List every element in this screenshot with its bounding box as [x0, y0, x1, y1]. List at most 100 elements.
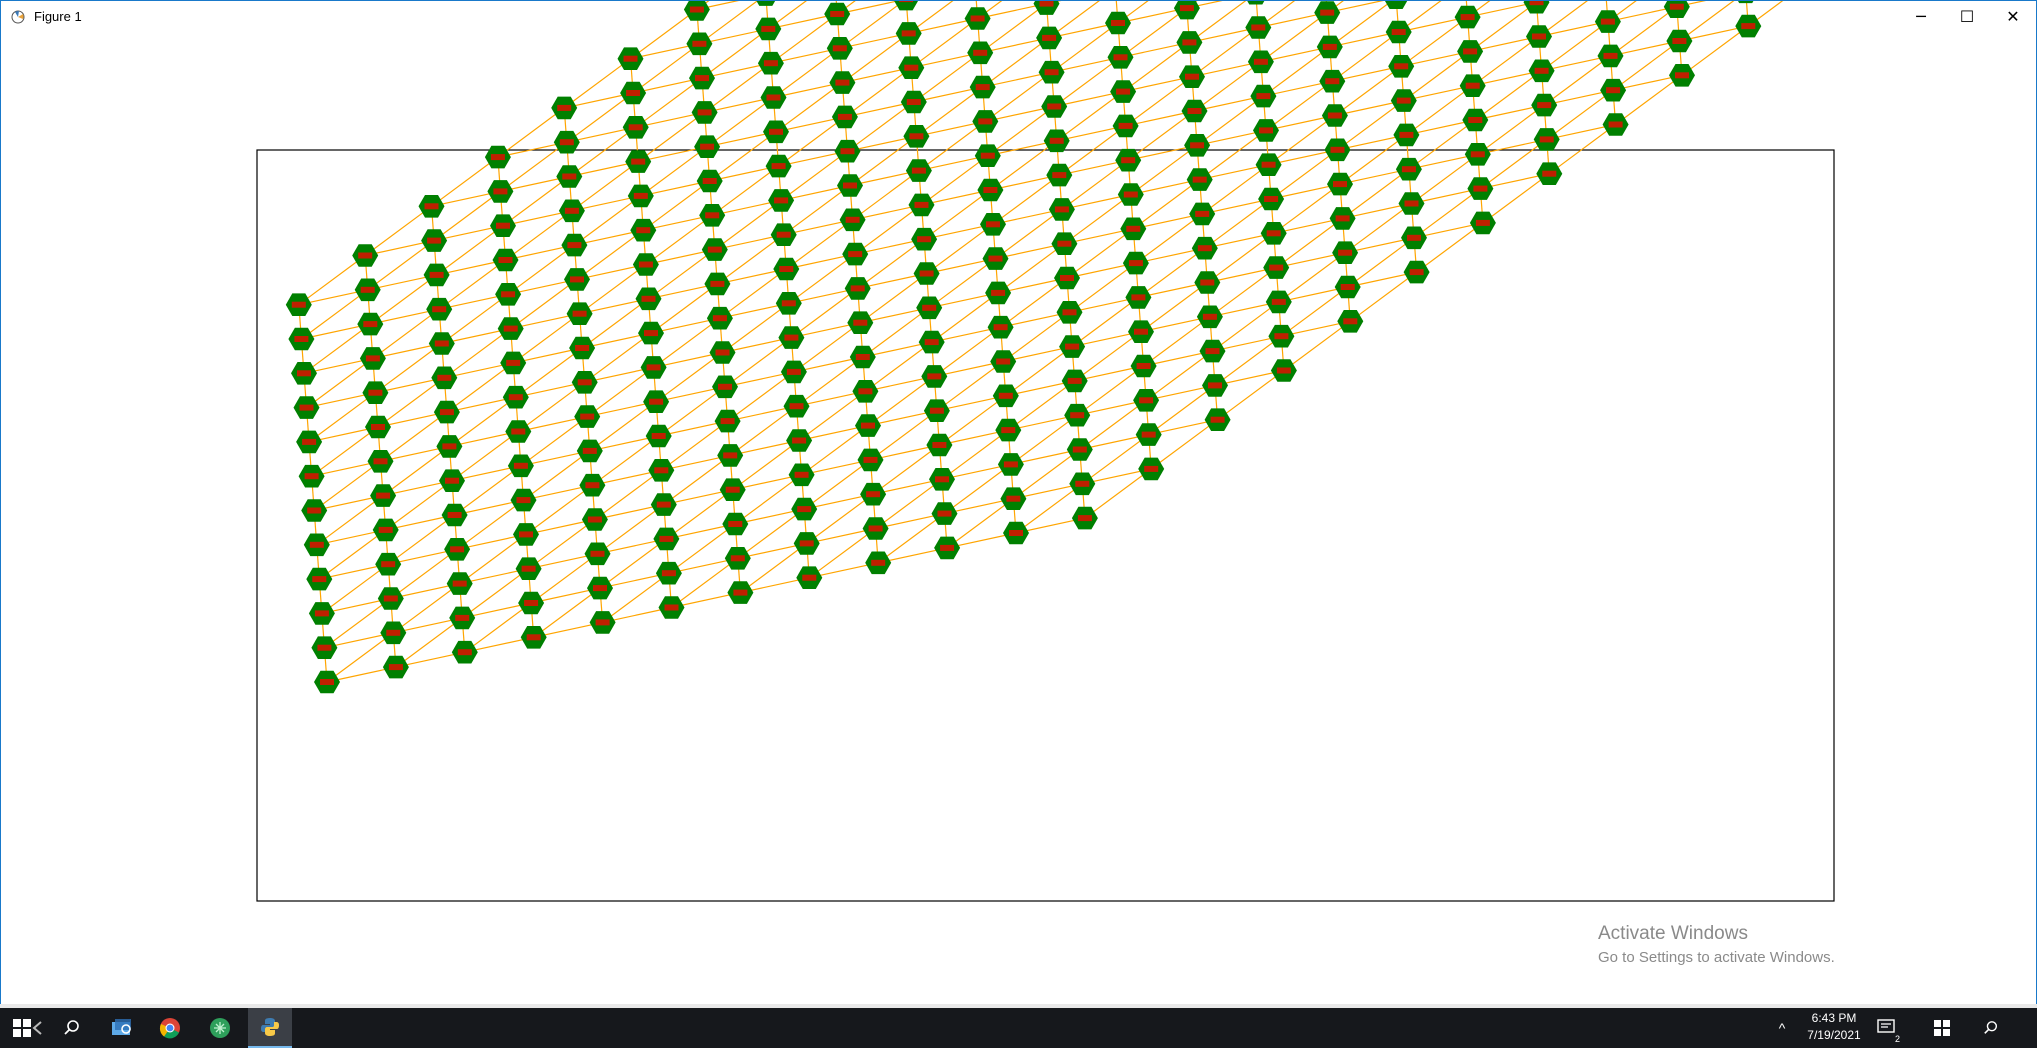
node-label	[980, 152, 995, 159]
node-label	[526, 634, 541, 641]
node-label	[799, 540, 814, 547]
node-label	[1320, 9, 1335, 16]
node-label	[1669, 3, 1684, 10]
node-label	[797, 506, 812, 513]
node-label	[830, 11, 845, 17]
node-label	[1111, 20, 1125, 26]
watermark-title: Activate Windows	[1598, 923, 1748, 944]
node-label	[1333, 181, 1347, 188]
node-label	[365, 355, 380, 362]
node-label	[998, 392, 1013, 399]
node-label	[1396, 97, 1411, 104]
node-label	[725, 486, 740, 493]
node-label	[1009, 530, 1023, 536]
node-label	[1134, 328, 1148, 335]
task-view-icon	[112, 1019, 131, 1035]
node-label	[707, 246, 722, 253]
green-app-icon	[210, 1018, 230, 1038]
node-label	[1394, 63, 1409, 70]
node-label	[1052, 172, 1067, 179]
node-label	[661, 570, 676, 577]
node-label	[723, 452, 738, 459]
windows-logo-icon	[1934, 1020, 1950, 1036]
tray-overflow-button[interactable]: ^	[1768, 1008, 1796, 1048]
node-label	[570, 276, 584, 283]
python-icon	[261, 1018, 279, 1036]
node-label	[973, 49, 988, 56]
node-label	[659, 535, 674, 542]
desktop-windows-button[interactable]	[1920, 1008, 1964, 1048]
node-label	[636, 227, 651, 234]
node-label	[312, 576, 327, 583]
node-label	[595, 619, 610, 626]
chrome-button[interactable]	[148, 1008, 192, 1048]
action-center-button[interactable]: 2	[1864, 1008, 1910, 1048]
search-button[interactable]	[50, 1008, 94, 1048]
node-label	[689, 6, 704, 13]
node-label	[388, 664, 403, 671]
node-label	[651, 433, 666, 439]
node-label	[314, 610, 329, 617]
node-label	[1741, 23, 1756, 30]
node-label	[1534, 67, 1549, 74]
node-label	[763, 60, 778, 67]
node-label	[901, 30, 916, 37]
node-label	[503, 325, 518, 332]
node-label	[1144, 465, 1159, 472]
node-label	[577, 379, 592, 386]
node-label	[1139, 397, 1154, 404]
node-label	[590, 550, 605, 557]
node-label	[978, 118, 993, 125]
node-label	[1468, 117, 1483, 123]
node-label	[1463, 48, 1478, 55]
node-label	[802, 574, 817, 581]
node-label	[1121, 157, 1136, 164]
node-label	[1269, 264, 1284, 271]
node-label	[1529, 1, 1544, 6]
node-label	[1067, 377, 1082, 384]
node-label	[730, 555, 745, 562]
node-label	[991, 289, 1006, 296]
node-label	[557, 104, 572, 111]
node-label	[519, 531, 533, 538]
node-label	[855, 354, 870, 360]
node-label	[697, 109, 712, 116]
node-label	[1276, 367, 1291, 374]
node-label	[1606, 87, 1621, 94]
node-label	[840, 148, 855, 155]
node-label	[940, 544, 955, 551]
node-label	[1322, 43, 1337, 50]
activation-watermark: Activate Windows Go to Settings to activ…	[1598, 922, 1835, 968]
node-label	[784, 334, 799, 341]
node-label	[720, 418, 735, 425]
node-label	[587, 516, 602, 523]
node-label	[1274, 333, 1289, 340]
node-label	[513, 462, 528, 469]
green-app-button[interactable]	[198, 1008, 242, 1048]
node-label	[508, 394, 523, 401]
node-label	[1187, 108, 1202, 114]
node-label	[376, 492, 391, 499]
node-label	[1192, 176, 1207, 183]
node-label	[761, 25, 776, 32]
node-label	[866, 491, 881, 498]
node-label	[447, 512, 462, 518]
node-label	[457, 649, 472, 656]
node-label	[871, 559, 886, 566]
back-button[interactable]	[26, 1008, 50, 1048]
node-label	[1039, 1, 1054, 7]
node-label	[702, 178, 717, 184]
node-label	[1197, 245, 1212, 252]
search-tray-button[interactable]	[1966, 1008, 2016, 1048]
node-label	[455, 614, 470, 621]
node-label	[970, 15, 985, 22]
node-label	[656, 501, 671, 508]
python-button[interactable]	[248, 1008, 292, 1048]
node-label	[904, 64, 919, 71]
figure-window: Figure 1 ─ ☐ ✕ Activate Windows Go to Se…	[0, 0, 2037, 1006]
task-view-button[interactable]	[100, 1008, 144, 1048]
clock[interactable]: 6:43 PM 7/19/2021	[1800, 1011, 1868, 1042]
node-label	[786, 368, 801, 375]
node-label	[774, 197, 789, 204]
node-label	[766, 94, 781, 101]
